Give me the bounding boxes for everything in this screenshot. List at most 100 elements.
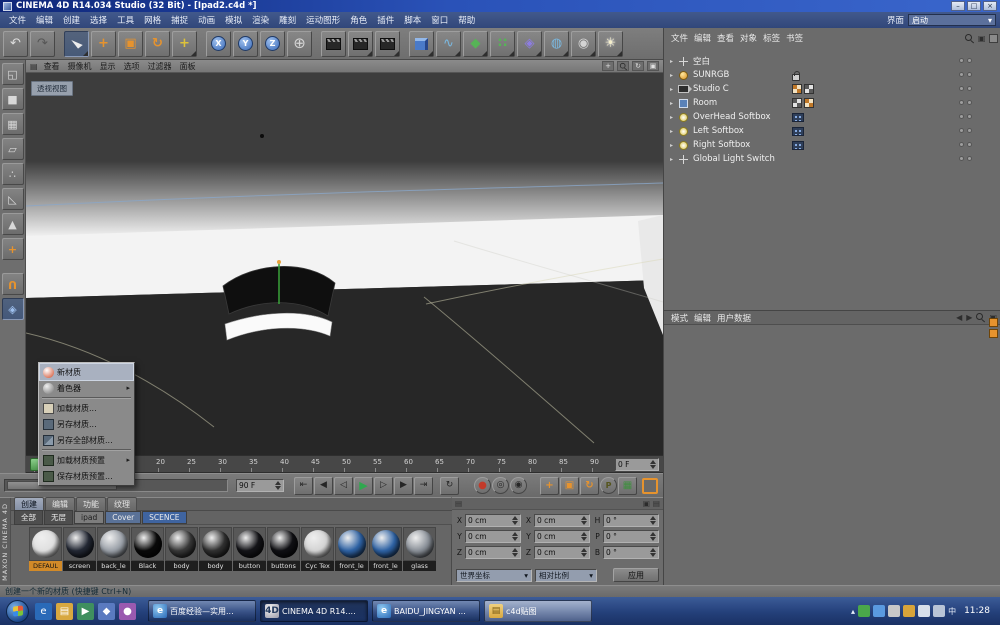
add-generator-button[interactable]: ◆ <box>463 31 488 57</box>
expand-arrow-icon[interactable]: ▸ <box>670 128 676 135</box>
context-menu-item[interactable]: 保存材质预置... <box>40 468 133 484</box>
record-rotation-button[interactable]: ↻ <box>580 477 599 495</box>
render-settings-button[interactable] <box>375 31 400 57</box>
render-visibility-dot[interactable] <box>967 58 972 63</box>
spinner-icon[interactable] <box>581 532 587 541</box>
attribute-menu-item[interactable]: 用户数据 <box>714 312 754 324</box>
panel-icon[interactable]: ▣ <box>978 34 986 43</box>
object-row[interactable]: ▸Right Softbox <box>664 138 1000 152</box>
render-visibility-dot[interactable] <box>967 72 972 77</box>
prev-frame-button[interactable]: ◁ <box>334 477 353 495</box>
menubar-item[interactable]: 动画 <box>193 13 220 27</box>
search-icon[interactable] <box>965 34 974 43</box>
input-indicator[interactable]: 中 <box>948 606 956 617</box>
viewport-menu-item[interactable]: 查看 <box>40 61 64 72</box>
edges-mode-button[interactable]: ◺ <box>2 188 24 210</box>
render-visibility-dot[interactable] <box>967 86 972 91</box>
scale-tool-button[interactable]: ▣ <box>118 31 143 57</box>
rotate-tool-button[interactable]: ↻ <box>145 31 170 57</box>
spinner-icon[interactable] <box>650 460 656 469</box>
live-selection-button[interactable] <box>64 31 89 57</box>
search-icon[interactable] <box>976 313 985 322</box>
tex1-tag[interactable] <box>804 98 814 108</box>
material-filter[interactable]: 全部 <box>14 510 43 525</box>
history-forward-icon[interactable]: ▶ <box>966 313 972 322</box>
orbit-view-icon[interactable]: ↻ <box>632 61 644 71</box>
play-button[interactable]: ▶ <box>354 477 373 495</box>
taskbar-button[interactable]: ▤c4d贴图 <box>484 600 592 622</box>
tex2-tag[interactable] <box>792 98 802 108</box>
add-environment-button[interactable]: ◍ <box>544 31 569 57</box>
minimize-button[interactable]: – <box>951 1 965 11</box>
menubar-item[interactable]: 文件 <box>4 13 31 27</box>
expand-arrow-icon[interactable]: ▸ <box>670 100 676 107</box>
material-item[interactable]: glass <box>403 527 436 573</box>
goto-start-button[interactable]: ⇤ <box>294 477 313 495</box>
taskbar-button[interactable]: 4DCINEMA 4D R14.... <box>260 600 368 622</box>
render-view-button[interactable] <box>321 31 346 57</box>
coordinate-system-button[interactable]: ⊕ <box>287 31 312 57</box>
material-item[interactable]: Cyc Tex <box>301 527 334 573</box>
next-key-button[interactable]: ▶ <box>394 477 413 495</box>
viewport-menu-item[interactable]: 选项 <box>120 61 144 72</box>
object-manager-menu-item[interactable]: 标签 <box>760 32 783 44</box>
chat-icon[interactable] <box>873 605 885 617</box>
add-light-button[interactable]: ☀ <box>598 31 623 57</box>
record-pla-button[interactable]: ▦ <box>618 477 637 495</box>
menubar-item[interactable]: 运动图形 <box>301 13 345 27</box>
render-visibility-dot[interactable] <box>967 142 972 147</box>
viewport-menu-item[interactable]: 面板 <box>176 61 200 72</box>
menubar-item[interactable]: 插件 <box>372 13 399 27</box>
spinner-icon[interactable] <box>512 548 518 557</box>
spinner-icon[interactable] <box>581 516 587 525</box>
lock-tag[interactable] <box>792 74 800 81</box>
usb-icon[interactable] <box>888 605 900 617</box>
undo-button[interactable]: ↶ <box>3 31 28 57</box>
menubar-item[interactable]: 帮助 <box>453 13 480 27</box>
context-menu-item[interactable]: 另存全部材质... <box>40 432 133 448</box>
recent-tool-button[interactable]: + <box>172 31 197 57</box>
history-back-icon[interactable]: ◀ <box>956 313 962 322</box>
spinner-icon[interactable] <box>512 532 518 541</box>
object-row[interactable]: ▸空白 <box>664 54 1000 68</box>
material-item[interactable]: button <box>233 527 266 573</box>
expand-arrow-icon[interactable]: ▸ <box>670 142 676 149</box>
render-visibility-dot[interactable] <box>967 100 972 105</box>
coord-field[interactable]: 0 ° <box>603 530 659 543</box>
zoom-view-icon[interactable] <box>617 61 629 71</box>
tex1-tag[interactable] <box>792 84 802 94</box>
loop-button[interactable]: ↻ <box>440 477 459 495</box>
material-item[interactable]: Black <box>131 527 164 573</box>
pan-view-icon[interactable]: + <box>602 61 614 71</box>
attribute-menu-item[interactable]: 编辑 <box>691 312 714 324</box>
menubar-item[interactable]: 捕捉 <box>166 13 193 27</box>
apply-button[interactable]: 应用 <box>613 568 659 582</box>
material-filter[interactable]: 无层 <box>44 510 73 525</box>
panel-icon[interactable]: ▤ <box>653 499 660 508</box>
hidden-icons-button[interactable]: ▴ <box>851 607 855 616</box>
next-frame-button[interactable]: ▷ <box>374 477 393 495</box>
end-frame-field[interactable]: 90 F <box>236 479 284 492</box>
object-manager-menu-item[interactable]: 查看 <box>714 32 737 44</box>
menubar-item[interactable]: 选择 <box>85 13 112 27</box>
menubar-item[interactable]: 雕刻 <box>274 13 301 27</box>
toggle-view-icon[interactable]: ▣ <box>647 61 659 71</box>
coord-field[interactable]: 0 cm <box>534 514 590 527</box>
context-menu-item[interactable]: 加载材质预置▸ <box>40 452 133 468</box>
material-item[interactable]: back_le <box>97 527 130 573</box>
material-filter[interactable]: Cover <box>105 511 141 524</box>
add-camera-button[interactable]: ◉ <box>571 31 596 57</box>
coord-field[interactable]: 0 cm <box>534 546 590 559</box>
object-manager-menu-item[interactable]: 文件 <box>668 32 691 44</box>
panel-icon[interactable]: ▣ <box>643 499 650 508</box>
context-menu-item[interactable]: 另存材质... <box>40 416 133 432</box>
texture-mode-button[interactable]: ▦ <box>2 113 24 135</box>
model-mode-button[interactable]: ■ <box>2 88 24 110</box>
object-manager-menu-item[interactable]: 对象 <box>737 32 760 44</box>
dots-tag[interactable] <box>792 113 804 122</box>
taskbar-button[interactable]: e百度经验—实用... <box>148 600 256 622</box>
network-icon[interactable] <box>918 605 930 617</box>
menubar-item[interactable]: 角色 <box>345 13 372 27</box>
add-spline-button[interactable]: ∿ <box>436 31 461 57</box>
expand-arrow-icon[interactable]: ▸ <box>670 58 676 65</box>
